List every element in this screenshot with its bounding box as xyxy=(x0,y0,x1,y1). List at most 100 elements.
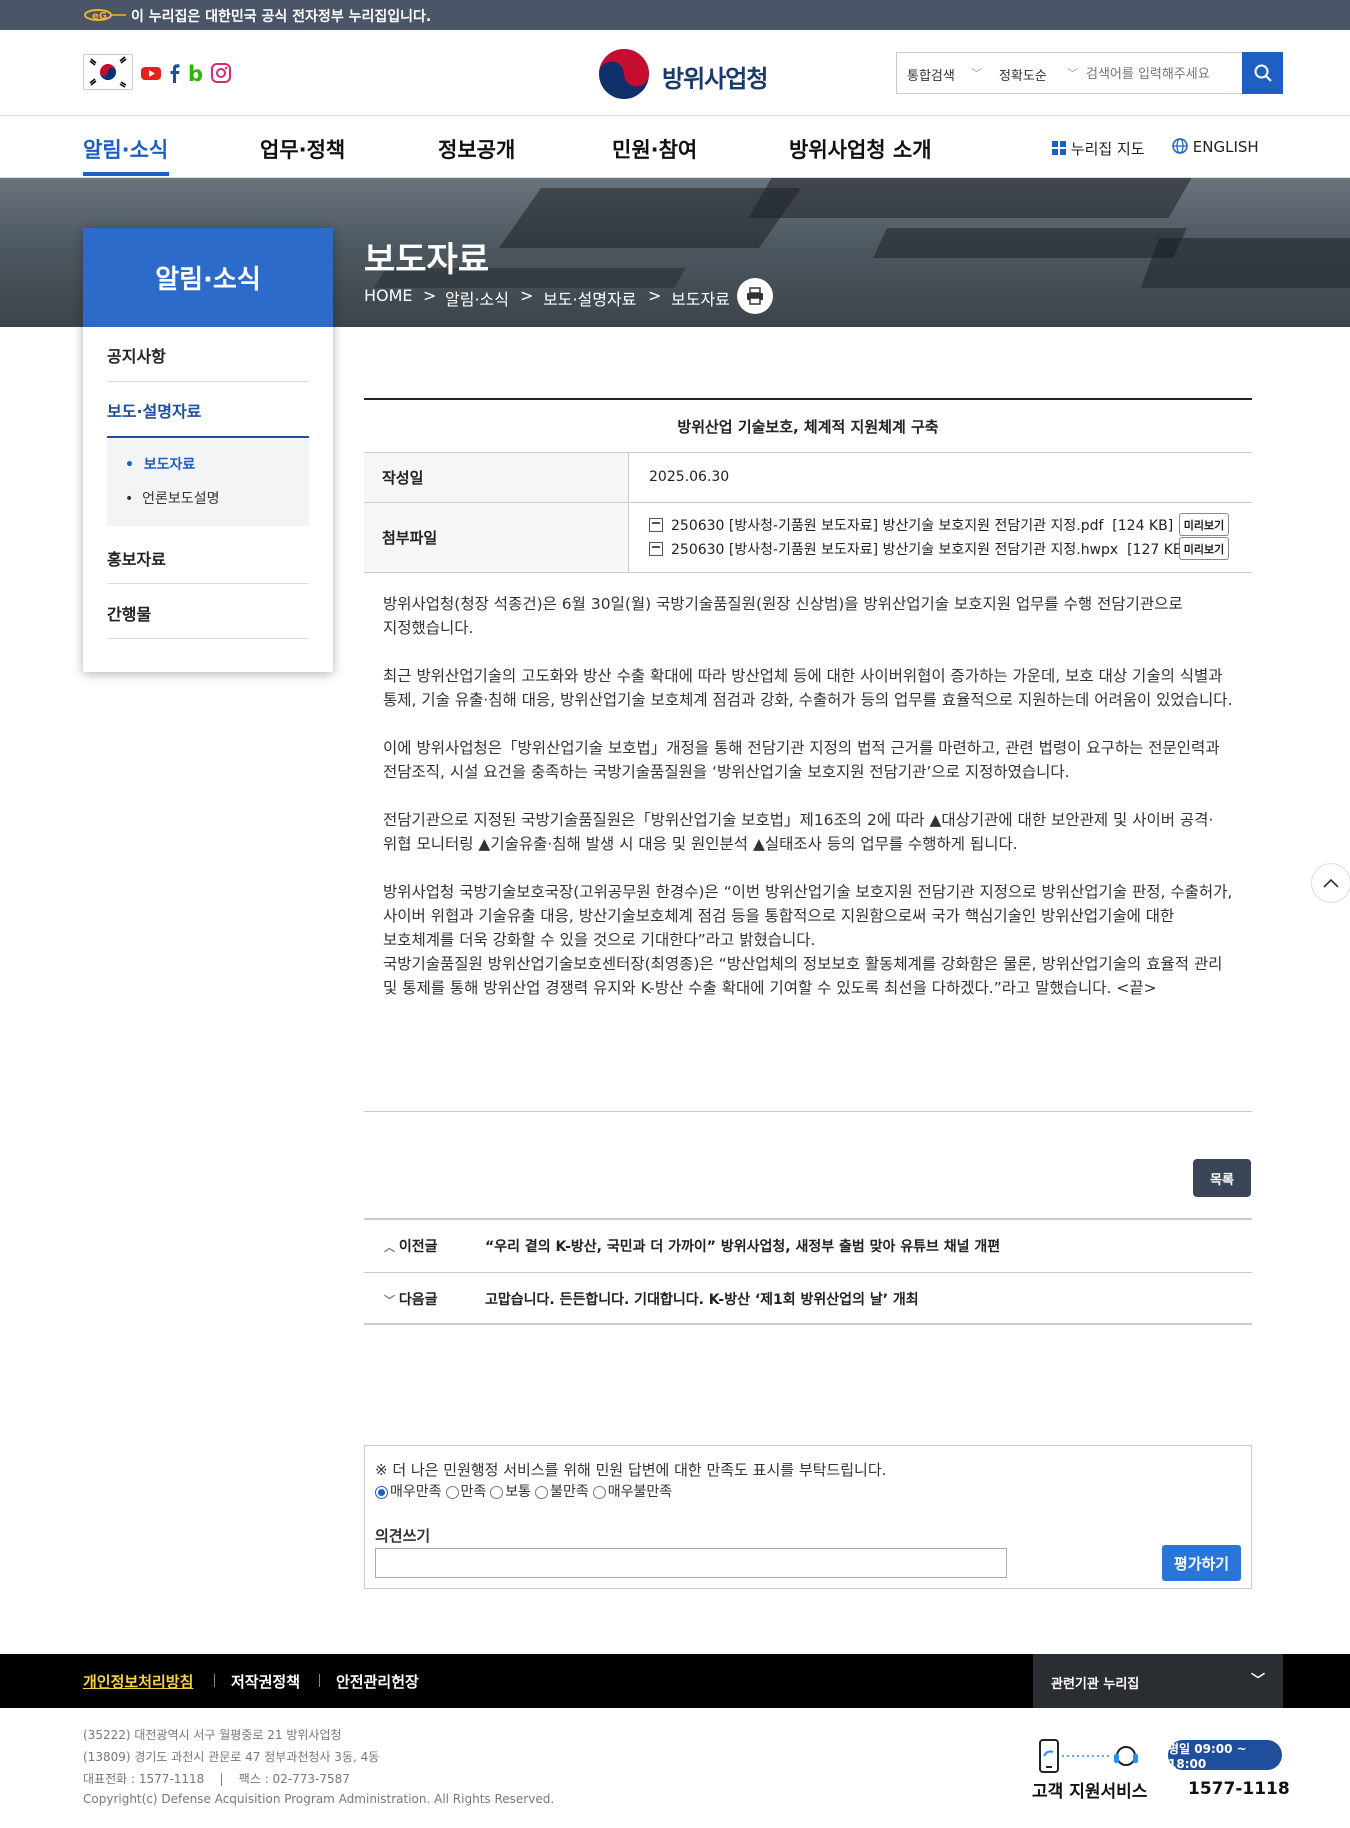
blog-icon[interactable]: b xyxy=(186,62,208,84)
side-subnav-label: 언론보도설명 xyxy=(142,491,220,507)
chevron-down-icon: ﹀ xyxy=(971,67,982,80)
prev-next-nav: ︿ 이전글 “우리 곁의 K-방산, 국민과 더 가까이” 방위사업청, 새정부… xyxy=(364,1218,1252,1325)
support-hours-badge: 평일 09:00 ~ 18:00 xyxy=(1168,1740,1282,1771)
print-button[interactable] xyxy=(737,278,773,314)
survey-question: ※ 더 나은 민원행정 서비스를 위해 민원 답변에 대한 만족도 표시를 부탁… xyxy=(375,1461,887,1479)
customer-support-label: 고객 지원서비스 xyxy=(1032,1782,1148,1802)
nav-item-disclosure[interactable]: 정보공개 xyxy=(438,134,515,164)
brand-name[interactable]: 방위사업청 xyxy=(662,59,768,94)
article-files-row: 첨부파일 250630 [방사청-기품원 보도자료] 방산기술 보호지원 전담기… xyxy=(364,503,1252,573)
nav-item-about[interactable]: 방위사업청 소개 xyxy=(789,134,932,164)
attachment-link-pdf[interactable]: 250630 [방사청-기품원 보도자료] 방산기술 보호지원 전담기관 지정.… xyxy=(649,515,1173,535)
svg-text:b: b xyxy=(188,62,203,84)
search-icon xyxy=(1254,64,1272,82)
submit-rating-button[interactable]: 평가하기 xyxy=(1162,1545,1241,1581)
chevron-down-icon: ﹀ xyxy=(1251,1673,1265,1689)
preview-button[interactable]: 미리보기 xyxy=(1179,537,1229,560)
article-paragraph: 이에 방위사업청은「방위산업기술 보호법」개정을 통해 전담기관 지정의 법적 … xyxy=(383,739,1220,781)
article-paragraph: 최근 방위산업기술의 고도화와 방산 수출 확대에 따라 방산업체 등에 대한 … xyxy=(383,667,1233,709)
footer-tel: 대표전화 : 1577-1118 | 팩스 : 02-773-7587 xyxy=(83,1772,350,1786)
chevron-up-icon: ︿ xyxy=(384,1241,399,1254)
divider xyxy=(107,583,309,584)
main-nav: 알림·소식 업무·정책 정보공개 민원·참여 방위사업청 소개 누리집 지도 E… xyxy=(0,116,1350,178)
next-label: ﹀ 다음글 xyxy=(384,1289,437,1309)
chevron-up-icon xyxy=(1323,878,1339,888)
english-label: ENGLISH xyxy=(1192,138,1259,156)
attachment-name: 250630 [방사청-기품원 보도자료] 방산기술 보호지원 전담기관 지정.… xyxy=(671,518,1174,534)
prev-label-text: 이전글 xyxy=(398,1239,438,1255)
list-button[interactable]: 목록 xyxy=(1193,1159,1251,1197)
prev-post-title[interactable]: “우리 곁의 K-방산, 국민과 더 가까이” 방위사업청, 새정부 출범 맞아… xyxy=(485,1236,1000,1256)
footer-address-2: (13809) 경기도 과천시 관문로 47 정부과천청사 3동, 4동 xyxy=(83,1750,380,1764)
side-nav-item-notice[interactable]: 공지사항 xyxy=(107,343,309,367)
breadcrumb-separator: > xyxy=(423,286,437,305)
file-icon xyxy=(649,518,663,532)
breadcrumb-news[interactable]: 알림·소식 xyxy=(445,286,509,310)
article-title: 방위산업 기술보호, 체계적 지원체계 구축 xyxy=(364,400,1252,453)
next-post-title[interactable]: 고맙습니다. 든든합니다. 기대합니다. K-방산 ‘제1회 방위산업의 날’ … xyxy=(485,1289,919,1309)
breadcrumb-press[interactable]: 보도·설명자료 xyxy=(543,286,636,310)
scroll-top-button[interactable] xyxy=(1311,863,1350,903)
survey-option-dissatisfied[interactable]: 불만족 xyxy=(535,1481,589,1501)
radio-icon xyxy=(445,1485,459,1499)
next-post-row[interactable]: ﹀ 다음글 고맙습니다. 든든합니다. 기대합니다. K-방산 ‘제1회 방위산… xyxy=(364,1273,1252,1325)
youtube-icon[interactable] xyxy=(140,62,162,84)
side-nav-title: 알림·소식 xyxy=(83,228,333,327)
satisfaction-survey: ※ 더 나은 민원행정 서비스를 위해 민원 답변에 대한 만족도 표시를 부탁… xyxy=(364,1445,1252,1589)
search-sort-select[interactable]: 정확도순 xyxy=(999,65,1047,84)
survey-option-very-satisfied[interactable]: 매우만족 xyxy=(375,1481,442,1501)
footer-copyright: Copyright(c) Defense Acquisition Program… xyxy=(83,1792,555,1806)
search-scope-select[interactable]: 통합검색 xyxy=(907,65,955,84)
side-nav-submenu: • 보도자료 • 언론보도설명 xyxy=(107,436,309,526)
side-nav-item-promo[interactable]: 홍보자료 xyxy=(107,546,309,570)
article-body: 방위사업청(청장 석종건)은 6월 30일(월) 국방기술품질원(원장 신상범)… xyxy=(383,592,1233,1000)
divider xyxy=(107,381,309,382)
date-label: 작성일 xyxy=(364,453,629,502)
side-subnav-label: 보도자료 xyxy=(143,457,196,473)
option-label: 보통 xyxy=(505,1484,532,1500)
nav-item-civil[interactable]: 민원·참여 xyxy=(612,134,697,164)
side-subnav-item-press-release[interactable]: • 보도자료 xyxy=(125,454,195,474)
article-paragraph: 국방기술품질원 방위산업기술보호센터장(최영종)은 “방산업체의 정보보호 활동… xyxy=(383,955,1223,997)
header: b 방위사업청 통합검색 ﹀ 정확도순 ﹀ xyxy=(0,30,1350,116)
english-link[interactable]: ENGLISH xyxy=(1172,138,1259,156)
survey-option-neutral[interactable]: 보통 xyxy=(490,1481,531,1501)
related-sites-select[interactable]: 관련기관 누리집 ﹀ xyxy=(1033,1654,1283,1708)
page-title: 보도자료 xyxy=(364,240,490,280)
side-subnav-item-explanation[interactable]: • 언론보도설명 xyxy=(125,488,219,508)
support-phone: 1577-1118 xyxy=(1188,1779,1290,1799)
opinion-label: 의견쓰기 xyxy=(375,1527,431,1545)
breadcrumb-current: 보도자료 xyxy=(671,290,730,309)
copyright-policy-link[interactable]: 저작권정책 xyxy=(231,1671,300,1692)
svg-text:eG: eG xyxy=(92,11,107,22)
facebook-icon[interactable] xyxy=(164,62,186,84)
survey-option-very-dissatisfied[interactable]: 매우불만족 xyxy=(592,1481,672,1501)
nav-item-news[interactable]: 알림·소식 xyxy=(83,134,168,164)
file-icon xyxy=(649,542,663,556)
prev-post-row[interactable]: ︿ 이전글 “우리 곁의 K-방산, 국민과 더 가까이” 방위사업청, 새정부… xyxy=(364,1220,1252,1272)
article-date: 2025.06.30 xyxy=(649,469,730,485)
side-nav-item-press[interactable]: 보도·설명자료 xyxy=(107,398,309,422)
divider xyxy=(214,1674,215,1687)
survey-option-satisfied[interactable]: 만족 xyxy=(445,1481,486,1501)
divider xyxy=(319,1674,320,1687)
side-nav-item-publications[interactable]: 간행물 xyxy=(107,601,309,625)
search-input[interactable] xyxy=(1086,61,1236,87)
safety-charter-link[interactable]: 안전관리헌장 xyxy=(336,1671,419,1692)
korea-flag-icon[interactable] xyxy=(83,54,133,90)
preview-button[interactable]: 미리보기 xyxy=(1179,513,1229,536)
privacy-policy-link[interactable]: 개인정보처리방침 xyxy=(83,1671,193,1692)
divider xyxy=(364,1111,1252,1112)
survey-options: 매우만족 만족 보통 불만족 매우불만족 xyxy=(375,1481,672,1501)
option-label: 불만족 xyxy=(550,1484,589,1500)
footer-address-1: (35222) 대전광역시 서구 월평중로 21 방위사업청 xyxy=(83,1728,342,1742)
breadcrumb-home[interactable]: HOME xyxy=(364,286,413,305)
opinion-input[interactable] xyxy=(375,1548,1007,1578)
radio-checked-icon xyxy=(375,1485,388,1499)
instagram-icon[interactable] xyxy=(210,62,232,84)
sitemap-link[interactable]: 누리집 지도 xyxy=(1052,138,1145,159)
search-button[interactable] xyxy=(1242,52,1283,94)
attachment-link-hwpx[interactable]: 250630 [방사청-기품원 보도자료] 방산기술 보호지원 전담기관 지정.… xyxy=(649,539,1188,559)
nav-item-policy[interactable]: 업무·정책 xyxy=(260,134,345,164)
attachment-name: 250630 [방사청-기품원 보도자료] 방산기술 보호지원 전담기관 지정.… xyxy=(671,542,1188,558)
